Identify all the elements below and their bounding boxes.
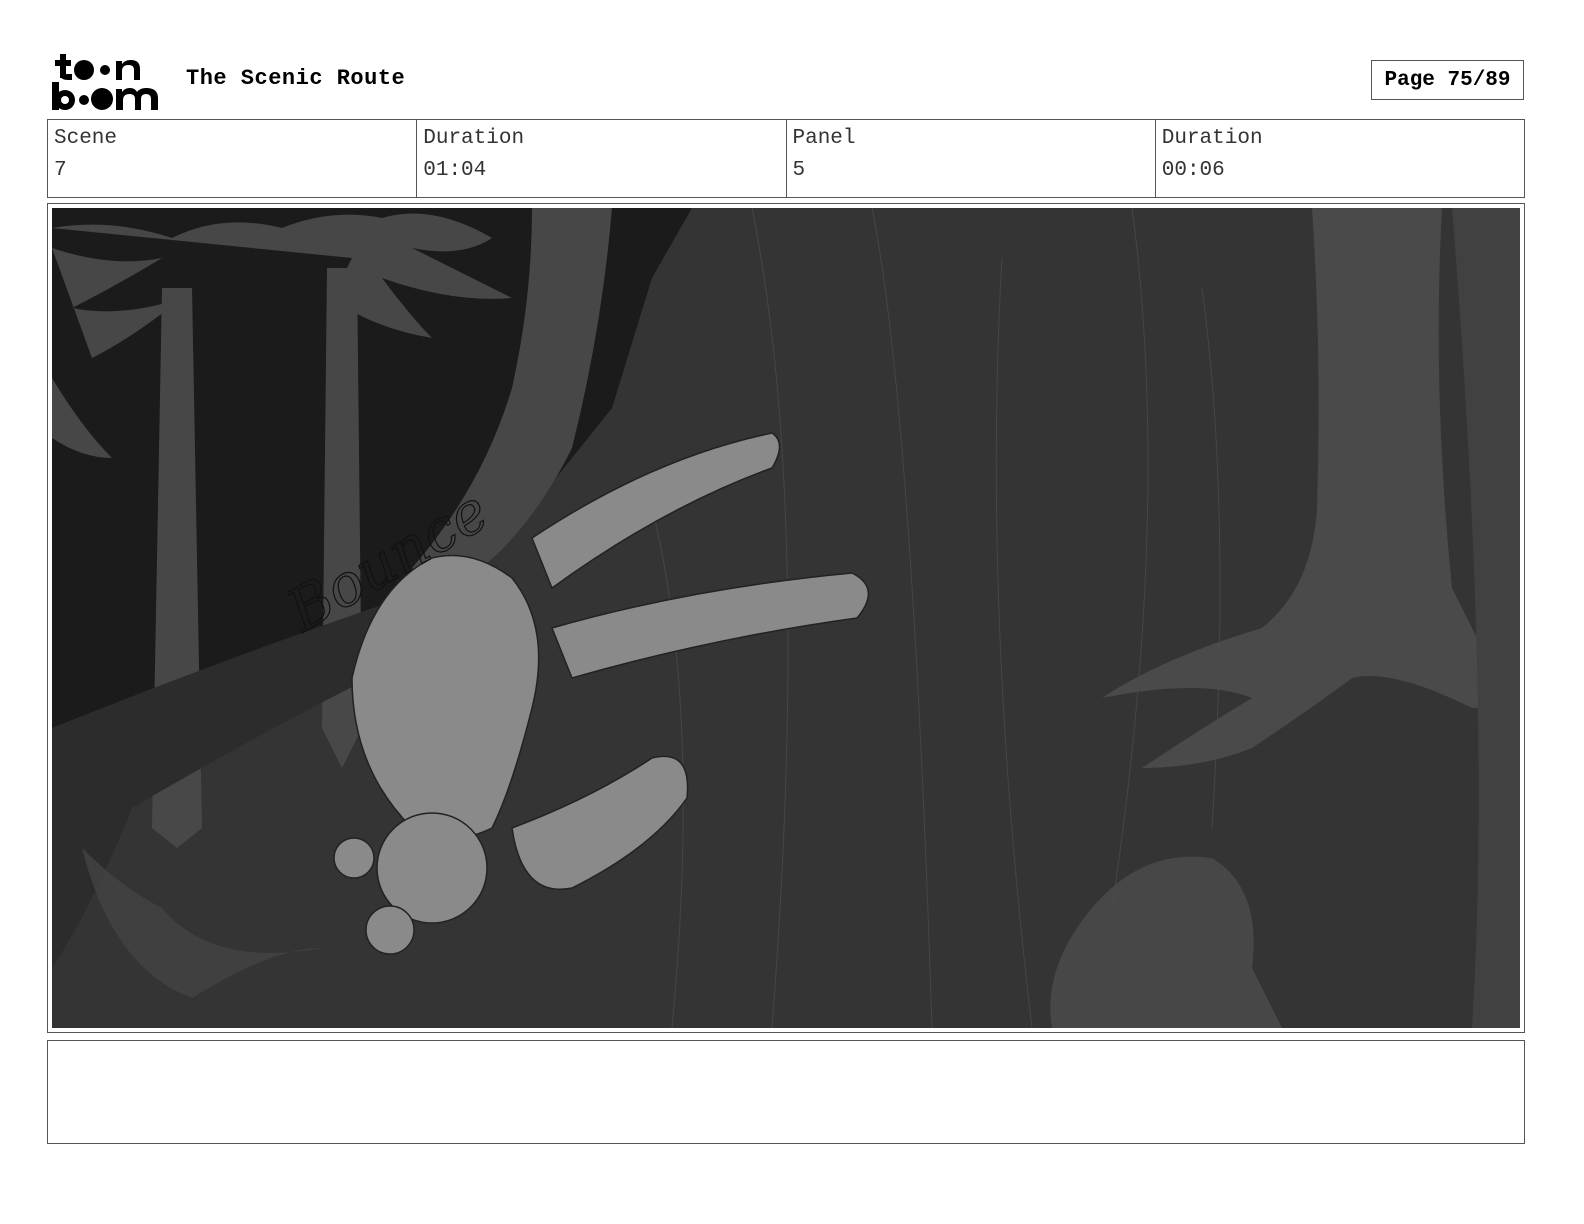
panel-duration-label: Duration [1161,127,1263,150]
scene-info-table: Scene 7 Duration 01:04 Panel 5 Duration … [47,119,1525,198]
panel-duration-value: 00:06 [1161,159,1225,182]
scene-duration-value: 01:04 [423,159,487,182]
page-indicator: Page 75/89 [1371,60,1524,100]
scene-value: 7 [54,159,67,182]
storyboard-panel-frame: Bounce [47,203,1525,1033]
panel-value: 5 [792,159,806,182]
panel-cell: Panel 5 [787,120,1156,197]
panel-duration-cell: Duration 00:06 [1156,120,1524,197]
scene-duration-cell: Duration 01:04 [417,120,787,197]
toon-boom-logo [52,54,158,110]
scene-cell: Scene 7 [48,120,418,197]
panel-notes-box[interactable] [47,1040,1525,1144]
scene-duration-label: Duration [423,127,525,150]
scene-label: Scene [54,127,118,150]
panel-label: Panel [792,127,856,150]
document-title: The Scenic Route [186,66,406,91]
storyboard-sketch: Bounce [52,208,1520,1028]
